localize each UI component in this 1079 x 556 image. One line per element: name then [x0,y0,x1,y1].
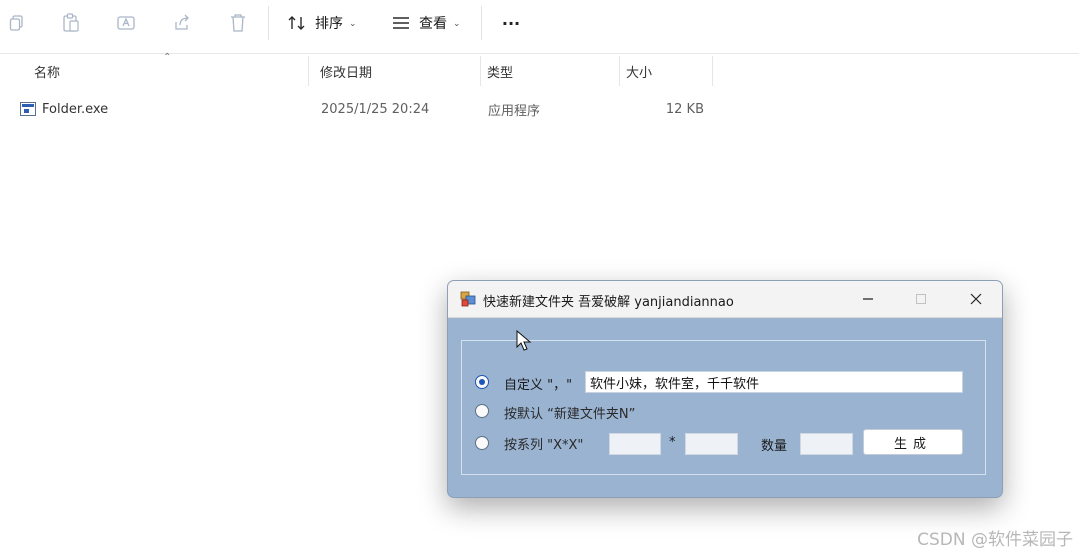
toolbar-separator [268,6,269,40]
column-separator[interactable] [712,56,713,86]
minimize-button[interactable] [845,281,891,317]
column-header-name[interactable]: 名称 [28,56,308,86]
app-icon [460,291,476,307]
mouse-cursor-icon [516,330,532,351]
multiply-label: * [669,435,676,450]
series-y-input[interactable] [685,433,738,455]
view-label: 查看 [419,16,447,32]
delete-icon[interactable] [227,10,249,36]
label-default: 按默认 “新建文件夹N” [504,407,636,422]
column-separator[interactable] [308,56,309,86]
rename-icon[interactable] [115,10,137,36]
maximize-icon [916,294,926,304]
quick-folder-dialog: 快速新建文件夹 吾爱破解 yanjiandiannao 自定义 "，" 按默认 … [447,280,1003,498]
label-series: 按系列 "X*X" [504,438,584,453]
column-header-type[interactable]: 类型 [481,56,619,86]
more-options-button[interactable]: ··· [499,10,523,36]
paste-icon[interactable] [60,10,82,36]
column-header-size[interactable]: 大小 [620,56,712,86]
dialog-titlebar[interactable]: 快速新建文件夹 吾爱破解 yanjiandiannao [448,281,1002,318]
file-size: 12 KB [665,101,704,117]
explorer-toolbar: 排序 ⌄ 查看 ⌄ ··· [0,0,1079,46]
series-x-input[interactable] [609,433,661,455]
file-type: 应用程序 [488,103,541,119]
watermark: CSDN @软件菜园子 [917,530,1073,550]
file-name-cell: Folder.exe [20,96,108,122]
quantity-label: 数量 [761,439,788,454]
radio-series[interactable] [475,436,489,450]
share-icon[interactable] [171,10,193,36]
view-icon [393,17,409,29]
maximize-button[interactable] [898,281,944,317]
file-modified: 2025/1/25 20:24 [321,101,430,117]
generate-button[interactable]: 生成 [863,429,963,455]
close-button[interactable] [953,281,999,317]
close-icon [970,293,982,305]
radio-default[interactable] [475,404,489,418]
label-custom: 自定义 "，" [504,378,573,393]
custom-names-input[interactable] [585,371,963,393]
column-header-modified[interactable]: 修改日期 [314,56,480,86]
sort-icon [288,16,305,30]
copy-icon[interactable] [6,10,28,36]
quantity-input[interactable] [800,433,853,455]
exe-file-icon [20,102,36,116]
sort-button[interactable]: 排序 ⌄ [287,10,357,36]
file-row[interactable]: Folder.exe 2025/1/25 20:24 应用程序 12 KB [14,96,714,122]
radio-custom[interactable] [475,375,489,389]
minimize-icon [863,298,873,300]
file-name: Folder.exe [42,101,109,117]
view-button[interactable]: 查看 ⌄ [391,10,461,36]
dialog-title: 快速新建文件夹 吾爱破解 yanjiandiannao [483,295,734,310]
toolbar-separator [481,6,482,40]
sort-label: 排序 [315,16,343,32]
toolbar-divider [0,53,1079,54]
chevron-down-icon: ⌄ [349,19,357,29]
chevron-down-icon: ⌄ [453,19,461,29]
